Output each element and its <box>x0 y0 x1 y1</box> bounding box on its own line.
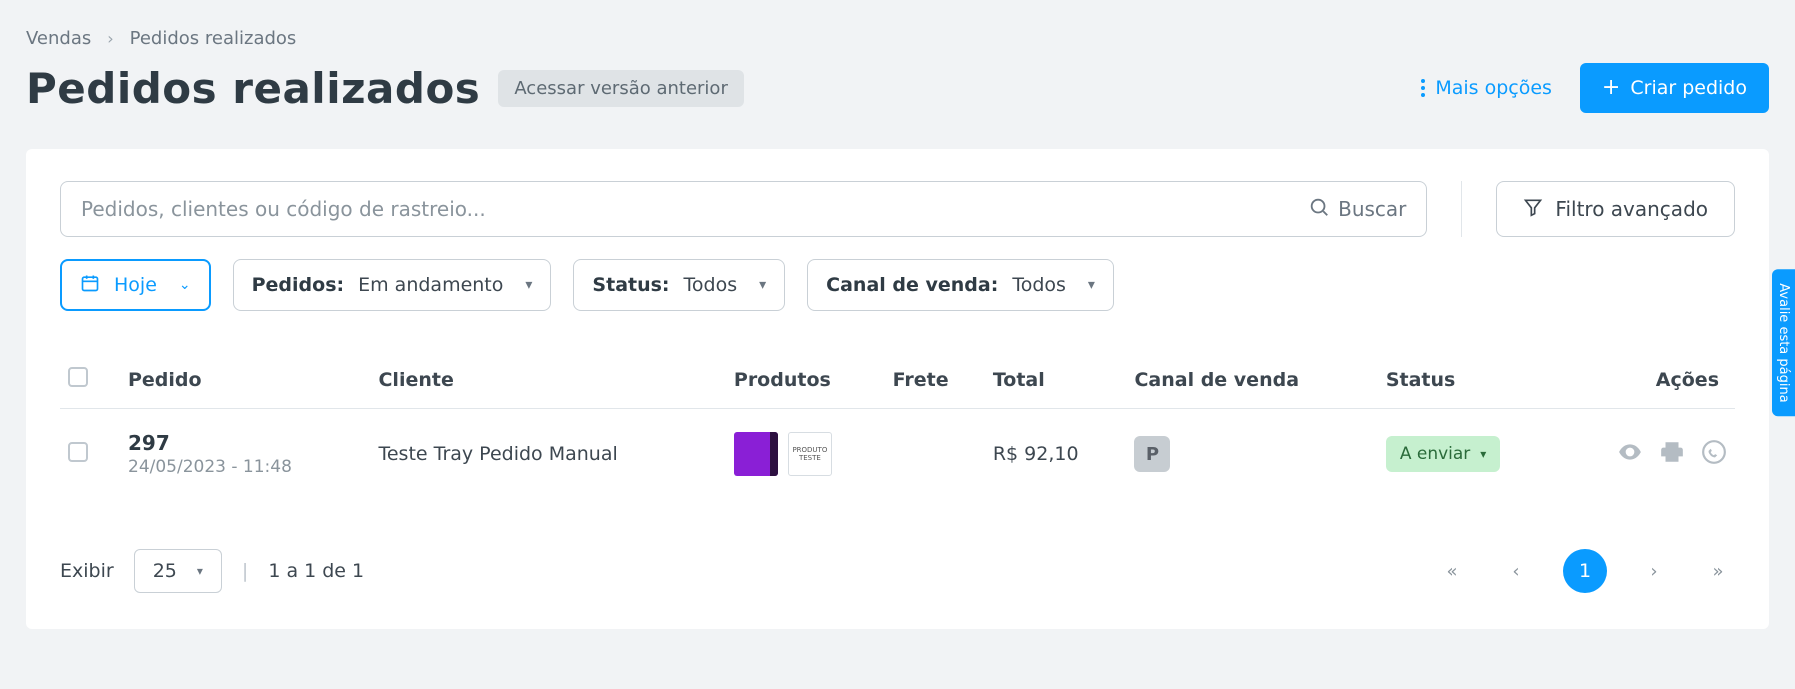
date-filter-value: Hoje <box>114 274 157 296</box>
col-order: Pedido <box>120 351 370 409</box>
search-input[interactable] <box>81 197 1308 221</box>
col-channel: Canal de venda <box>1126 351 1377 409</box>
status-select[interactable]: A enviar ▾ <box>1386 436 1501 472</box>
search-wrapper: Buscar <box>60 181 1427 237</box>
freight-value <box>885 409 985 500</box>
chevron-down-icon: ▾ <box>197 564 203 578</box>
feedback-tab[interactable]: Avalie esta página <box>1772 269 1795 416</box>
view-action[interactable] <box>1617 439 1643 470</box>
page-title: Pedidos realizados <box>26 64 480 113</box>
breadcrumb-current: Pedidos realizados <box>130 28 297 49</box>
create-order-button[interactable]: + Criar pedido <box>1580 63 1769 113</box>
chevron-down-icon: ⌄ <box>179 277 191 293</box>
col-freight: Frete <box>885 351 985 409</box>
more-options-label: Mais opções <box>1435 77 1552 99</box>
client-name: Teste Tray Pedido Manual <box>370 409 725 500</box>
status-value: A enviar <box>1400 444 1470 464</box>
row-checkbox[interactable] <box>68 442 88 462</box>
create-order-label: Criar pedido <box>1630 77 1747 99</box>
chevron-down-icon: ▾ <box>1480 447 1486 461</box>
status-filter-value: Todos <box>684 274 738 296</box>
advanced-filter-button[interactable]: Filtro avançado <box>1496 181 1735 237</box>
channel-badge: P <box>1134 436 1170 472</box>
col-products: Produtos <box>726 351 885 409</box>
order-number: 297 <box>128 431 362 455</box>
orders-filter-label: Pedidos: <box>252 274 345 296</box>
product-thumbs: PRODUTO TESTE <box>734 432 877 476</box>
show-label: Exibir <box>60 560 114 582</box>
more-vertical-icon <box>1421 79 1425 97</box>
whatsapp-action[interactable] <box>1701 439 1727 470</box>
channel-filter[interactable]: Canal de venda: Todos ▾ <box>807 259 1114 311</box>
filter-icon <box>1523 197 1543 222</box>
page-size-value: 25 <box>153 560 177 582</box>
page-range: 1 a 1 de 1 <box>268 560 364 582</box>
search-icon <box>1308 196 1330 223</box>
calendar-icon <box>80 273 100 298</box>
search-button[interactable]: Buscar <box>1308 196 1406 223</box>
chevron-right-icon: › <box>107 29 113 48</box>
col-client: Cliente <box>370 351 725 409</box>
breadcrumb-root[interactable]: Vendas <box>26 28 91 49</box>
col-actions: Ações <box>1560 351 1735 409</box>
select-all-checkbox[interactable] <box>68 367 88 387</box>
page-last[interactable]: » <box>1701 561 1735 582</box>
page-next[interactable]: › <box>1637 561 1671 582</box>
table-row[interactable]: 297 24/05/2023 - 11:48 Teste Tray Pedido… <box>60 409 1735 500</box>
chevron-down-icon: ▾ <box>525 277 532 293</box>
chevron-down-icon: ▾ <box>1088 277 1095 293</box>
product-thumb[interactable]: PRODUTO TESTE <box>788 432 832 476</box>
page-first[interactable]: « <box>1435 561 1469 582</box>
orders-filter-value: Em andamento <box>358 274 503 296</box>
orders-card: Buscar Filtro avançado Hoje ⌄ Pedidos: <box>26 149 1769 629</box>
pagination: « ‹ 1 › » <box>1435 549 1735 593</box>
status-filter-label: Status: <box>592 274 669 296</box>
chevron-down-icon: ▾ <box>759 277 766 293</box>
col-total: Total <box>985 351 1127 409</box>
breadcrumb: Vendas › Pedidos realizados <box>26 28 1769 49</box>
order-date: 24/05/2023 - 11:48 <box>128 457 362 477</box>
date-filter[interactable]: Hoje ⌄ <box>60 259 211 311</box>
orders-table: Pedido Cliente Produtos Frete Total Cana… <box>60 351 1735 499</box>
channel-filter-value: Todos <box>1012 274 1066 296</box>
print-action[interactable] <box>1659 439 1685 470</box>
search-button-label: Buscar <box>1338 197 1406 221</box>
page-size-select[interactable]: 25 ▾ <box>134 549 222 593</box>
total-value: R$ 92,10 <box>985 409 1127 500</box>
old-version-button[interactable]: Acessar versão anterior <box>498 70 744 107</box>
more-options-button[interactable]: Mais opções <box>1421 77 1552 99</box>
channel-filter-label: Canal de venda: <box>826 274 998 296</box>
status-filter[interactable]: Status: Todos ▾ <box>573 259 785 311</box>
page-current: 1 <box>1563 549 1607 593</box>
advanced-filter-label: Filtro avançado <box>1555 197 1708 221</box>
col-status: Status <box>1378 351 1560 409</box>
orders-filter[interactable]: Pedidos: Em andamento ▾ <box>233 259 552 311</box>
page-prev[interactable]: ‹ <box>1499 561 1533 582</box>
vertical-divider <box>1461 181 1462 237</box>
product-thumb[interactable] <box>734 432 778 476</box>
separator: | <box>242 560 248 582</box>
